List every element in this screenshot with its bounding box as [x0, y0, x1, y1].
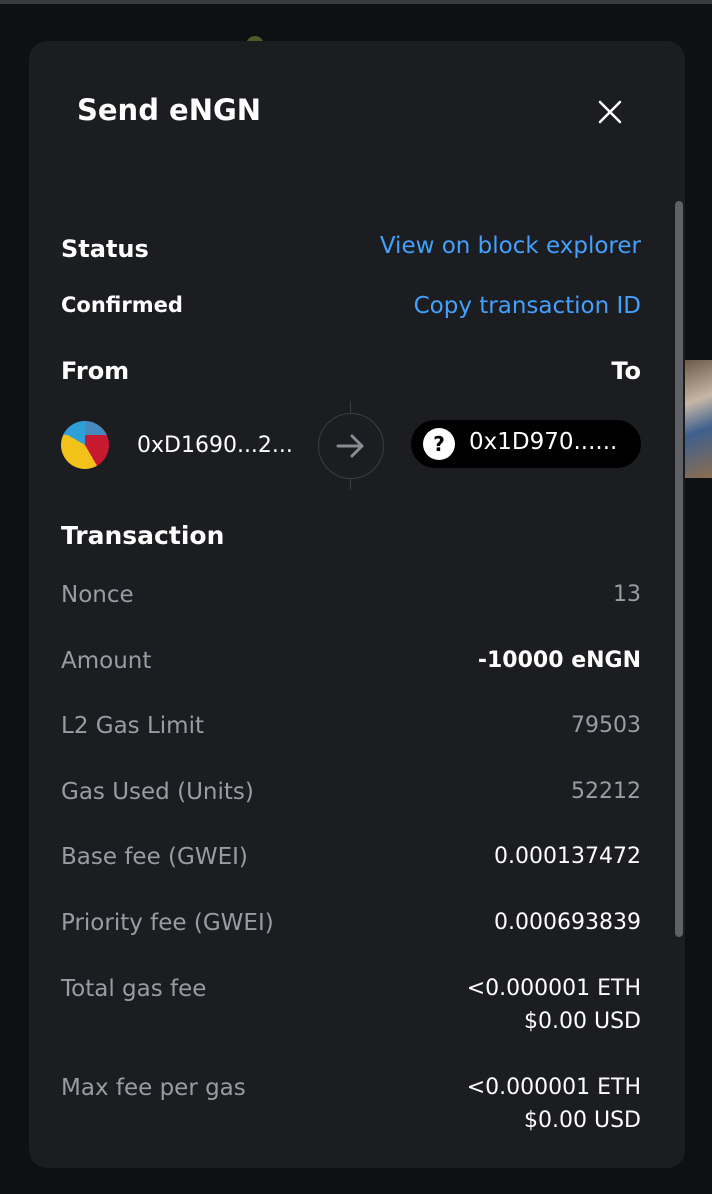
background-image [684, 360, 712, 478]
browser-edge [0, 0, 712, 4]
nonce-label: Nonce [61, 582, 134, 608]
transaction-heading: Transaction [61, 521, 225, 550]
scrollbar-thumb[interactable] [675, 201, 683, 937]
gas-used-label: Gas Used (Units) [61, 779, 254, 805]
max-fee-per-gas-eth: <0.000001 ETH [466, 1075, 641, 1100]
from-account-avatar [61, 421, 109, 469]
scrollbar[interactable] [673, 199, 685, 939]
max-fee-per-gas-label: Max fee per gas [61, 1075, 246, 1101]
close-button[interactable] [595, 97, 625, 127]
gas-used-value: 52212 [571, 779, 641, 804]
from-label: From [61, 357, 130, 385]
base-fee-label: Base fee (GWEI) [61, 844, 248, 870]
status-value: Confirmed [61, 293, 183, 317]
direction-indicator [318, 413, 384, 479]
to-address-pill[interactable]: ? 0x1D970...... [411, 420, 641, 468]
connector-line [350, 401, 351, 413]
close-icon [598, 100, 622, 124]
amount-value: -10000 eNGN [477, 648, 641, 673]
to-label: To [611, 357, 641, 385]
copy-transaction-id-link[interactable]: Copy transaction ID [414, 293, 641, 319]
transaction-details-modal: Send eNGN Status View on block explorer … [29, 41, 685, 1168]
connector-line [350, 478, 351, 490]
to-address: 0x1D970...... [469, 429, 618, 455]
arrow-right-icon [336, 434, 364, 458]
from-address[interactable]: 0xD1690...2... [137, 433, 293, 458]
l2-gas-limit-label: L2 Gas Limit [61, 713, 204, 739]
nonce-value: 13 [613, 582, 641, 607]
max-fee-per-gas-usd: $0.00 USD [524, 1108, 641, 1133]
base-fee-value: 0.000137472 [494, 844, 641, 869]
l2-gas-limit-value: 79503 [571, 713, 641, 738]
priority-fee-value: 0.000693839 [494, 910, 641, 935]
priority-fee-label: Priority fee (GWEI) [61, 910, 274, 936]
total-gas-fee-eth: <0.000001 ETH [466, 976, 641, 1001]
view-on-block-explorer-link[interactable]: View on block explorer [380, 233, 641, 259]
status-label: Status [61, 235, 149, 263]
amount-label: Amount [61, 648, 152, 674]
modal-title: Send eNGN [77, 93, 262, 127]
unknown-account-icon: ? [423, 428, 455, 460]
total-gas-fee-label: Total gas fee [61, 976, 207, 1002]
total-gas-fee-usd: $0.00 USD [524, 1009, 641, 1034]
